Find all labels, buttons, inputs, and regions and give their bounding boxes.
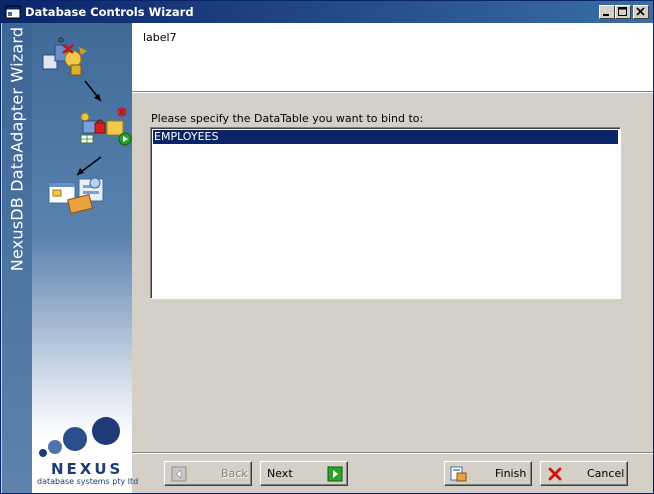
back-arrow-icon xyxy=(171,466,187,482)
minimize-button[interactable] xyxy=(599,5,615,19)
footer-separator xyxy=(132,452,653,454)
cancel-x-icon xyxy=(548,467,562,481)
sidebar-title: NexusDB DataAdapter Wizard xyxy=(7,26,27,272)
nexus-logo-word: NEXUS xyxy=(51,460,124,478)
workflow-diagram xyxy=(42,37,132,215)
form-controls-icon xyxy=(48,177,104,215)
wizard-window: Database Controls Wizard NexusDB DataAda… xyxy=(0,0,654,494)
title-bar[interactable]: Database Controls Wizard xyxy=(1,1,653,23)
finish-icon xyxy=(450,466,467,482)
nexus-logo-tagline: database systems pty ltd xyxy=(37,477,139,486)
cancel-button-label: Cancel xyxy=(587,467,625,480)
back-button[interactable]: Back xyxy=(164,461,252,486)
list-item-employees[interactable]: EMPLOYEES xyxy=(153,130,618,144)
window-title: Database Controls Wizard xyxy=(25,5,194,19)
header-panel: label7 xyxy=(132,23,653,91)
cancel-button[interactable]: Cancel xyxy=(540,461,628,486)
header-separator xyxy=(132,91,653,93)
maximize-icon xyxy=(618,7,627,16)
datatable-prompt: Please specify the DataTable you want to… xyxy=(151,112,424,125)
finish-button-label: Finish xyxy=(495,467,527,480)
back-button-label: Back xyxy=(221,467,248,480)
next-button-label: Next xyxy=(267,467,293,480)
nexus-logo-icon xyxy=(39,417,120,457)
header-label: label7 xyxy=(143,31,177,44)
next-arrow-icon xyxy=(327,466,343,482)
close-button[interactable] xyxy=(633,5,649,19)
datatable-listbox[interactable]: EMPLOYEES xyxy=(150,127,621,299)
app-window-icon xyxy=(5,5,21,19)
table-lock-icon xyxy=(80,107,132,146)
database-connection-icon xyxy=(42,37,87,76)
minimize-icon xyxy=(603,14,609,16)
next-button[interactable]: Next xyxy=(260,461,348,486)
maximize-button[interactable] xyxy=(615,5,631,19)
close-icon xyxy=(636,7,645,16)
finish-button[interactable]: Finish xyxy=(444,461,532,486)
